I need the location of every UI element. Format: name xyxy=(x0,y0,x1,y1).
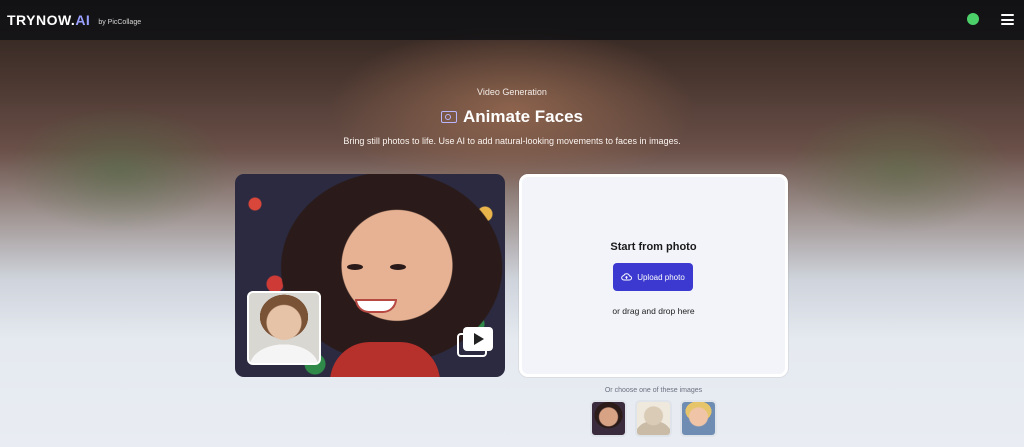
hamburger-menu-icon[interactable] xyxy=(1001,14,1014,25)
source-photo-thumbnail xyxy=(247,291,321,365)
start-from-photo-title: Start from photo xyxy=(610,241,697,253)
upload-photo-label: Upload photo xyxy=(637,272,685,282)
page-title: Animate Faces xyxy=(463,107,583,126)
by-piccollage-label: by PicCollage xyxy=(98,18,142,26)
sample-blonde-boy-portrait[interactable] xyxy=(680,400,717,437)
cloud-upload-icon xyxy=(621,273,633,281)
site-logo[interactable]: TRYNOW.AI xyxy=(7,12,90,28)
demo-smile xyxy=(355,299,397,313)
sample-images-list xyxy=(590,400,717,437)
sample-images-label: Or choose one of these images xyxy=(604,387,703,394)
section-eyebrow: Video Generation xyxy=(477,87,547,97)
page-heading: Animate Faces xyxy=(0,107,1024,127)
sample-vintage-man-portrait[interactable] xyxy=(635,400,672,437)
demo-preview-card xyxy=(235,174,505,377)
play-video-icon xyxy=(457,327,493,357)
page-subtitle: Bring still photos to life. Use AI to ad… xyxy=(343,136,681,146)
logo-ai-text: AI xyxy=(75,12,91,28)
status-indicator-icon xyxy=(967,13,979,25)
demo-sweater xyxy=(330,342,440,377)
demo-eye-right xyxy=(390,264,406,270)
top-navigation-bar: TRYNOW.AI by PicCollage xyxy=(0,0,1024,40)
sample-girl-portrait[interactable] xyxy=(590,400,627,437)
demo-eye-left xyxy=(347,264,363,270)
logo-text: TRYNOW. xyxy=(7,12,76,28)
drag-drop-hint: or drag and drop here xyxy=(612,306,695,316)
upload-photo-button[interactable]: Upload photo xyxy=(613,263,693,291)
face-frame-icon xyxy=(441,111,457,123)
upload-dropzone[interactable]: Start from photo Upload photo or drag an… xyxy=(519,174,788,377)
background-blur-image xyxy=(0,0,1024,447)
